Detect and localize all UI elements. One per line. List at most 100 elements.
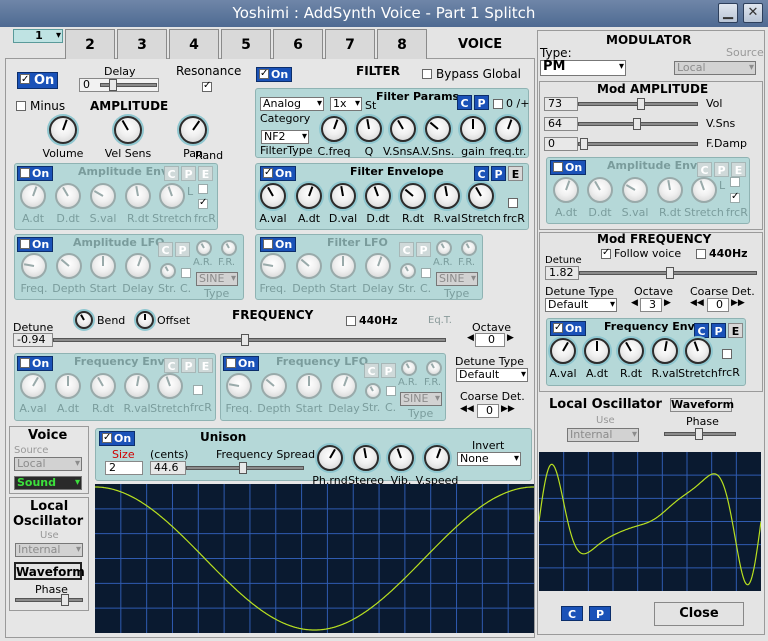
invert-select[interactable]: None xyxy=(457,452,521,466)
mod-amp-slider-2[interactable] xyxy=(578,138,698,150)
filter-env-2-knob[interactable] xyxy=(330,183,356,209)
voice-source-select[interactable]: Local xyxy=(14,457,82,471)
unison-3-knob[interactable] xyxy=(424,445,450,471)
mod-source-select[interactable]: Local xyxy=(674,61,756,75)
freq-lfo-str-knob[interactable] xyxy=(365,383,381,399)
mod-amp-env-4-knob[interactable] xyxy=(691,177,717,203)
freq-env-2-knob[interactable] xyxy=(90,373,116,399)
mod-amp-slider-0[interactable] xyxy=(578,98,698,110)
phase-slider[interactable] xyxy=(15,594,83,606)
amp-lfo-on-toggle[interactable]: On xyxy=(17,237,54,252)
filter-lfo-2-knob[interactable] xyxy=(330,253,356,279)
mod-amp-env-1-knob[interactable] xyxy=(587,177,613,203)
amp-lfo-c-checkbox[interactable] xyxy=(181,268,191,278)
mod-freq-env-edit-button[interactable]: E xyxy=(728,323,743,338)
amp-env-frcr-checkbox[interactable] xyxy=(198,197,208,209)
amp-env-3-knob[interactable] xyxy=(125,183,151,209)
freq-env-3-knob[interactable] xyxy=(124,373,150,399)
mod-freq-env-2-knob[interactable] xyxy=(618,338,644,364)
mod-coarse-counter[interactable]: 0 xyxy=(707,298,729,312)
amp-lfo-1-knob[interactable] xyxy=(56,253,82,279)
filter-lfo-fr-knob[interactable] xyxy=(461,240,477,256)
sound-select[interactable]: Sound xyxy=(14,476,82,490)
freq-lfo-copy-button[interactable]: C xyxy=(364,363,379,378)
amp-env-1-knob[interactable] xyxy=(55,183,81,209)
mod-amp-env-on-toggle[interactable]: On xyxy=(550,160,587,175)
tab-part-3[interactable]: 3 xyxy=(117,29,167,59)
freq-lfo-type-select[interactable]: SINE xyxy=(400,392,442,406)
filter-lfo-on-toggle[interactable]: On xyxy=(260,237,297,252)
amp-lfo-0-knob[interactable] xyxy=(21,253,47,279)
amp-lfo-ar-knob[interactable] xyxy=(196,240,212,256)
filter-env-edit-button[interactable]: E xyxy=(508,166,523,181)
mod-octave-up-icon[interactable]: ▶ xyxy=(664,299,671,308)
mod-amp-env-0-knob[interactable] xyxy=(553,177,579,203)
filter-lfo-3-knob[interactable] xyxy=(365,253,391,279)
tab-part-2[interactable]: 2 xyxy=(65,29,115,59)
amp-lfo-copy-button[interactable]: C xyxy=(158,242,173,257)
filter-lfo-str-knob[interactable] xyxy=(400,263,416,279)
freq-env-4-knob[interactable] xyxy=(157,373,183,399)
mod-phase-slider[interactable] xyxy=(664,428,736,440)
amp-lfo-str-knob[interactable] xyxy=(160,263,176,279)
freq-lfo-c-checkbox[interactable] xyxy=(386,386,396,396)
local-osc-use-select[interactable]: Internal xyxy=(15,543,83,557)
amp-1-knob[interactable] xyxy=(114,116,142,144)
mod-octave-down-icon[interactable]: ◀ xyxy=(631,299,638,308)
voice-on-toggle[interactable]: On xyxy=(17,72,59,89)
unison-on-toggle[interactable]: On xyxy=(99,431,136,446)
amp-env-paste-button[interactable]: P xyxy=(181,166,196,181)
detune-type-select[interactable]: Default xyxy=(456,368,528,382)
mod-amp-env-l-checkbox[interactable] xyxy=(730,177,740,187)
filter-env-frcr-checkbox[interactable] xyxy=(508,198,518,208)
mod-freq-env-on-toggle[interactable]: On xyxy=(550,321,587,336)
mod-amp-env-2-knob[interactable] xyxy=(622,177,648,203)
filter-type-select[interactable]: NF2 xyxy=(261,130,309,144)
freq-lfo-0-knob[interactable] xyxy=(226,373,252,399)
amp-env-l-checkbox[interactable] xyxy=(198,184,208,194)
mod-use-select[interactable]: Internal xyxy=(567,428,639,442)
minus-checkbox[interactable] xyxy=(16,101,26,111)
mod-freq-env-frcr-checkbox[interactable] xyxy=(722,349,732,359)
waveform-button[interactable]: Waveform xyxy=(14,562,85,580)
mod-freq-env-4-knob[interactable] xyxy=(685,338,711,364)
filter-5-knob[interactable] xyxy=(495,116,521,142)
freq-lfo-ar-knob[interactable] xyxy=(401,360,417,376)
amp-env-edit-button[interactable]: E xyxy=(198,166,213,181)
paste-button[interactable]: P xyxy=(589,606,611,621)
hz440-checkbox[interactable] xyxy=(346,316,356,326)
filter-lfo-1-knob[interactable] xyxy=(296,253,322,279)
filter-lfo-paste-button[interactable]: P xyxy=(416,242,431,257)
mod-octave-counter[interactable]: 3 xyxy=(640,298,662,312)
detune-slider[interactable] xyxy=(53,334,446,346)
freq-lfo-on-toggle[interactable]: On xyxy=(223,356,260,371)
octave-up-icon[interactable]: ▶ xyxy=(507,334,514,343)
mod-amp-env-copy-button[interactable]: C xyxy=(697,162,712,177)
amp-env-copy-button[interactable]: C xyxy=(164,166,179,181)
freq-env-paste-button[interactable]: P xyxy=(181,358,196,373)
mod-waveform-button[interactable]: Waveform xyxy=(670,398,734,412)
amp-lfo-3-knob[interactable] xyxy=(125,253,151,279)
minimize-icon[interactable]: ▁ xyxy=(718,3,738,23)
freq-env-on-toggle[interactable]: On xyxy=(17,356,54,371)
delay-slider[interactable] xyxy=(100,79,157,91)
resonance-checkbox[interactable] xyxy=(202,80,212,92)
filter-env-copy-button[interactable]: C xyxy=(474,166,489,181)
coarse-up-icon[interactable]: ▶▶ xyxy=(501,405,515,414)
freq-env-edit-button[interactable]: E xyxy=(198,358,213,373)
filter-zero-checkbox[interactable] xyxy=(493,99,503,109)
filter-4-knob[interactable] xyxy=(460,116,486,142)
tab-part-5[interactable]: 5 xyxy=(221,29,271,59)
amp-lfo-fr-knob[interactable] xyxy=(221,240,237,256)
coarse-down-icon[interactable]: ◀◀ xyxy=(460,405,474,414)
filter-copy-button[interactable]: C xyxy=(457,95,472,110)
filter-lfo-type-select[interactable]: SINE xyxy=(436,272,478,286)
mod-freq-env-paste-button[interactable]: P xyxy=(711,323,726,338)
mod-440hz-checkbox[interactable] xyxy=(696,249,706,259)
filter-1-knob[interactable] xyxy=(356,116,382,142)
filter-stages-select[interactable]: 1x xyxy=(330,97,362,111)
filter-env-1-knob[interactable] xyxy=(296,183,322,209)
mod-amp-slider-1[interactable] xyxy=(578,118,698,130)
amp-env-0-knob[interactable] xyxy=(20,183,46,209)
freq-lfo-paste-button[interactable]: P xyxy=(381,363,396,378)
